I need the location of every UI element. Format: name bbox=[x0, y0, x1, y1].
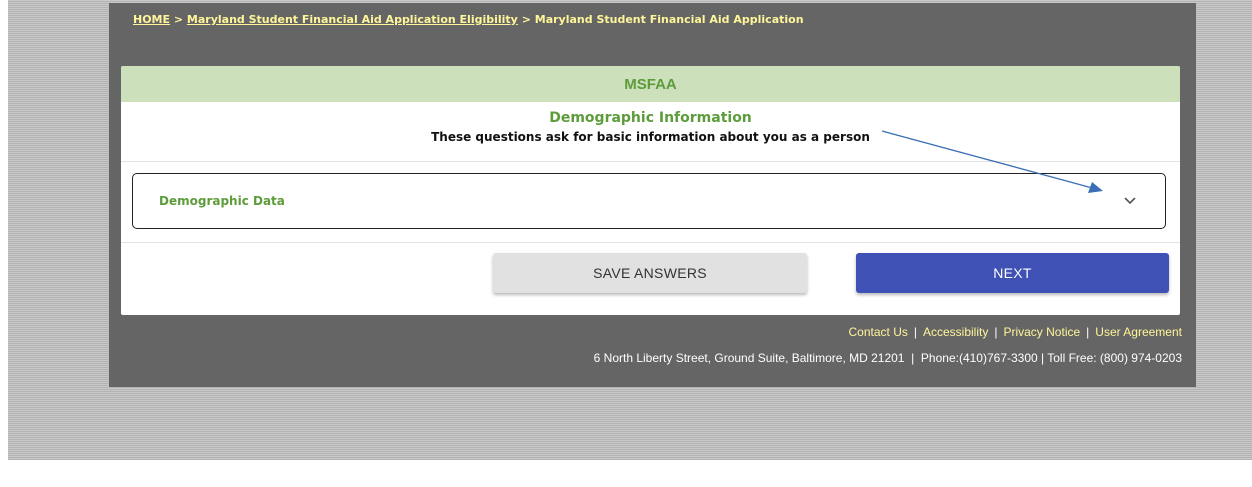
footer-address: 6 North Liberty Street, Ground Suite, Ba… bbox=[593, 351, 1182, 365]
footer-links: Contact Us | Accessibility | Privacy Notice |… bbox=[849, 325, 1183, 339]
footer-separator: | bbox=[913, 325, 917, 339]
breadcrumb-eligibility-link[interactable]: Maryland Student Financial Aid Applicati… bbox=[187, 13, 518, 26]
footer-link-accessibility[interactable]: Accessibility bbox=[923, 325, 988, 339]
breadcrumb-current: Maryland Student Financial Aid Applicati… bbox=[534, 13, 804, 26]
chevron-down-icon[interactable] bbox=[1123, 194, 1137, 208]
breadcrumb-separator: > bbox=[517, 13, 535, 26]
card-header: MSFAA bbox=[121, 66, 1180, 102]
breadcrumb: HOME > Maryland Student Financial Aid Ap… bbox=[133, 13, 804, 26]
footer-separator: | bbox=[1086, 325, 1090, 339]
breadcrumb-separator: > bbox=[170, 13, 187, 26]
next-button[interactable]: NEXT bbox=[856, 253, 1169, 293]
save-answers-button[interactable]: SAVE ANSWERS bbox=[493, 253, 807, 293]
section-title: Demographic Information bbox=[549, 110, 752, 126]
main-panel: HOME > Maryland Student Financial Aid Ap… bbox=[109, 3, 1196, 387]
footer-link-user-agreement[interactable]: User Agreement bbox=[1095, 325, 1182, 339]
divider bbox=[121, 242, 1180, 243]
demographic-data-accordion[interactable]: Demographic Data bbox=[132, 173, 1166, 229]
footer-link-contact-us[interactable]: Contact Us bbox=[849, 325, 908, 339]
msfaa-card: MSFAA Demographic Information These ques… bbox=[121, 66, 1180, 315]
footer-link-privacy-notice[interactable]: Privacy Notice bbox=[1003, 325, 1080, 339]
accordion-label: Demographic Data bbox=[159, 194, 285, 208]
section-subtitle: These questions ask for basic informatio… bbox=[431, 130, 870, 144]
footer-separator: | bbox=[994, 325, 998, 339]
page-bottom-edge bbox=[0, 460, 1252, 487]
page-left-edge bbox=[0, 0, 8, 460]
divider bbox=[121, 161, 1180, 162]
breadcrumb-home-link[interactable]: HOME bbox=[133, 13, 170, 26]
